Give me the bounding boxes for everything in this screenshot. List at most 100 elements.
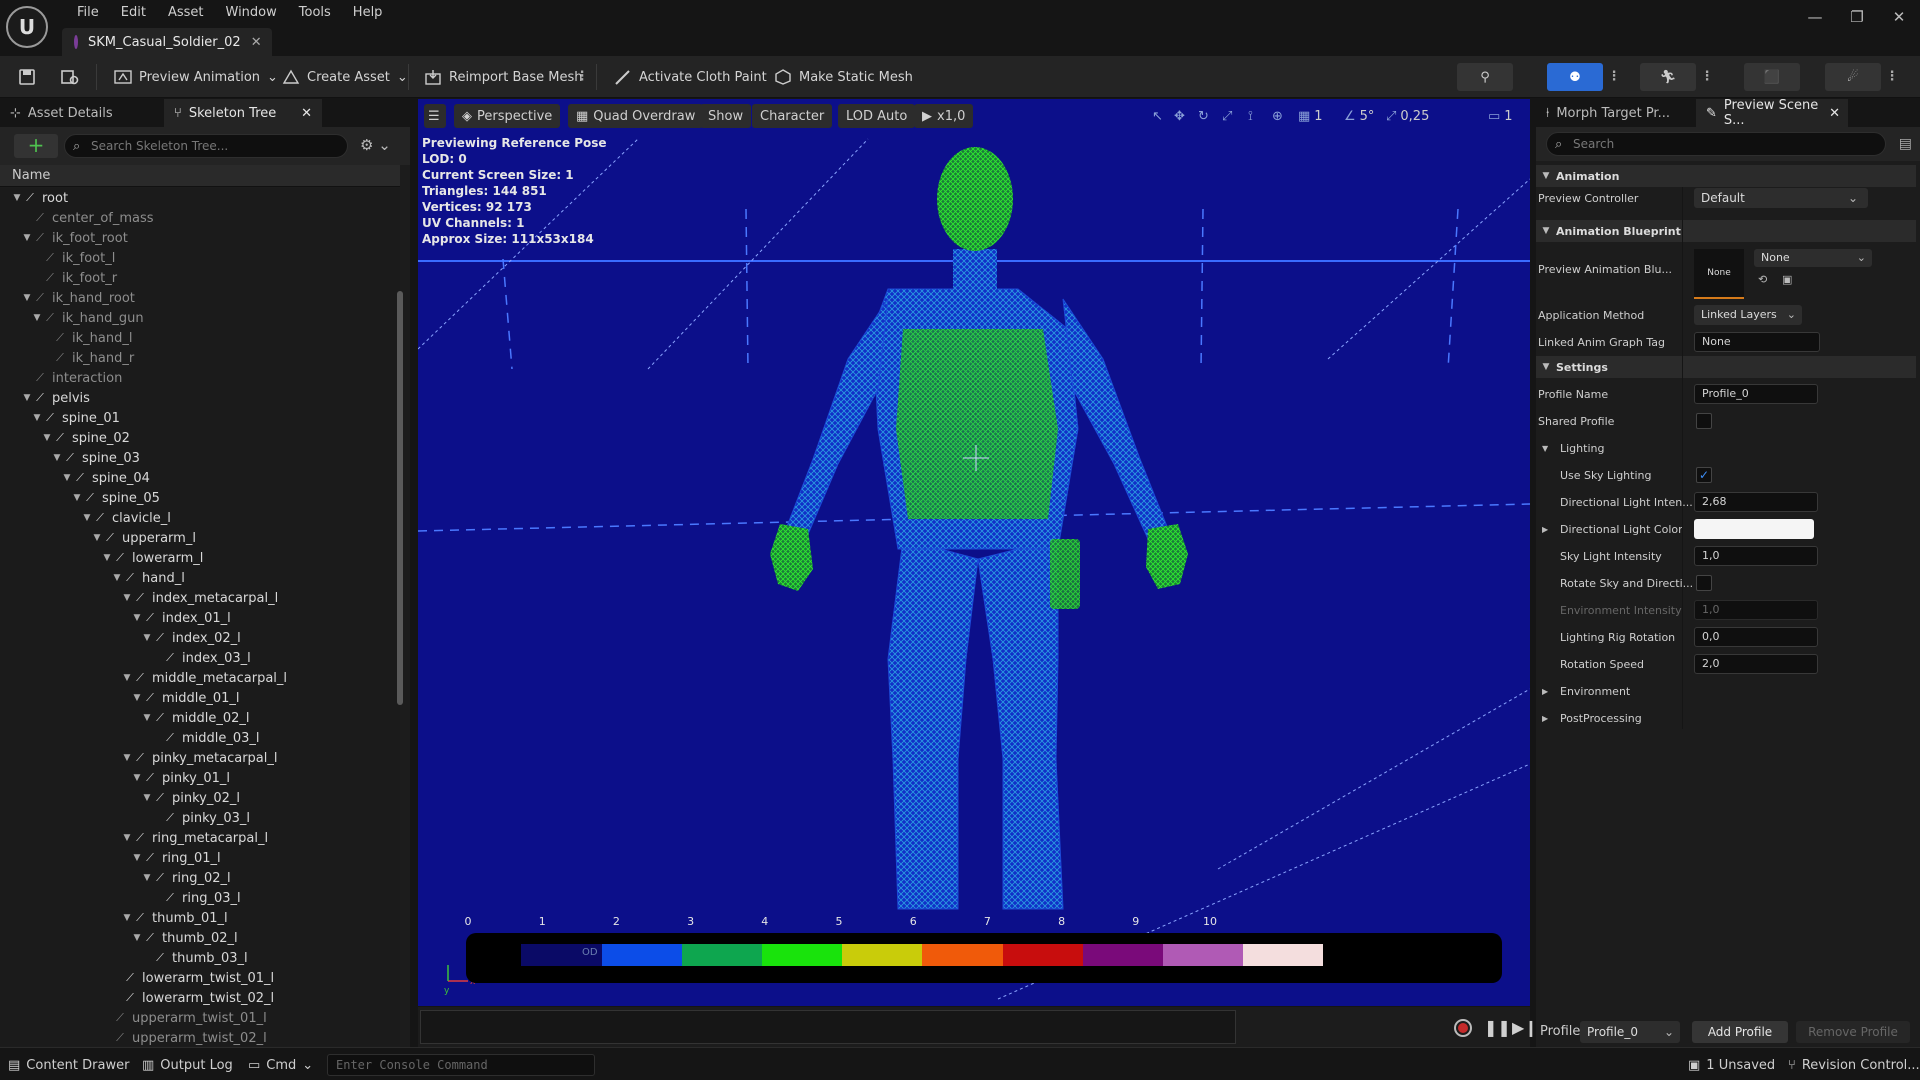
tree-row[interactable]: ▼ ⟋ ik_foot_root bbox=[0, 228, 400, 248]
expand-arrow-icon[interactable]: ▼ bbox=[122, 753, 132, 763]
activate-cloth-paint-button[interactable]: Activate Cloth Paint bbox=[608, 63, 773, 91]
cmd-select[interactable]: ▭ Cmd ⌄ bbox=[248, 1054, 313, 1076]
expand-arrow-icon[interactable]: ▼ bbox=[142, 793, 152, 803]
expand-arrow-icon[interactable]: ▼ bbox=[42, 433, 52, 443]
select-mode-icon[interactable]: ↖ bbox=[1152, 104, 1163, 128]
console-input[interactable]: Enter Console Command bbox=[327, 1054, 595, 1076]
expand-arrow-icon[interactable]: ▼ bbox=[132, 613, 142, 623]
expand-arrow-icon[interactable]: ▶ bbox=[1542, 525, 1548, 534]
tree-row[interactable]: ⟋ ik_foot_l bbox=[0, 248, 400, 268]
tree-row[interactable]: ⟋ center_of_mass bbox=[0, 208, 400, 228]
tree-row[interactable]: ▼ ⟋ thumb_02_l bbox=[0, 928, 400, 948]
tree-row[interactable]: ▼ ⟋ index_metacarpal_l bbox=[0, 588, 400, 608]
animation-mode-button[interactable]: 🏃︎ bbox=[1640, 63, 1696, 91]
expand-arrow-icon[interactable]: ▼ bbox=[12, 193, 22, 203]
dir-light-color-swatch[interactable] bbox=[1694, 519, 1814, 539]
close-window-icon[interactable]: ✕ bbox=[1878, 0, 1920, 34]
tree-row[interactable]: ▼ ⟋ spine_03 bbox=[0, 448, 400, 468]
tree-row[interactable]: ▼ ⟋ pinky_01_l bbox=[0, 768, 400, 788]
tree-row[interactable]: ⟋ upperarm_twist_01_l bbox=[0, 1008, 400, 1028]
expand-arrow-icon[interactable]: ▼ bbox=[142, 713, 152, 723]
remove-profile-button[interactable]: Remove Profile bbox=[1796, 1021, 1910, 1043]
skeleton-mode-button[interactable]: ⚲ bbox=[1457, 63, 1513, 91]
tree-row[interactable]: ▼ ⟋ middle_02_l bbox=[0, 708, 400, 728]
details-search-input[interactable]: ⌕ Search bbox=[1546, 132, 1886, 156]
reimport-base-mesh-button[interactable]: Reimport Base Mesh bbox=[418, 63, 589, 91]
expand-arrow-icon[interactable]: ▼ bbox=[142, 633, 152, 643]
dir-light-int-input[interactable]: 2,68 bbox=[1694, 492, 1818, 512]
save-icon[interactable] bbox=[12, 63, 42, 91]
tree-row[interactable]: ▼ ⟋ pinky_metacarpal_l bbox=[0, 748, 400, 768]
rig-rot-input[interactable]: 0,0 bbox=[1694, 627, 1818, 647]
output-log-button[interactable]: ▥ Output Log bbox=[142, 1054, 233, 1076]
tree-row[interactable]: ⟋ ik_hand_r bbox=[0, 348, 400, 368]
menu-file[interactable]: File bbox=[66, 5, 110, 20]
expand-arrow-icon[interactable]: ▼ bbox=[72, 493, 82, 503]
play-rate-button[interactable]: ▶ x1,0 bbox=[914, 104, 974, 128]
rotation-snap-button[interactable]: ∠ 5° bbox=[1344, 104, 1374, 128]
tree-row[interactable]: ⟋ lowerarm_twist_02_l bbox=[0, 988, 400, 1008]
preview-viewport[interactable]: x y ☰ ◈ Perspective ▦ Quad Overdraw Show… bbox=[418, 99, 1530, 1006]
section-animation[interactable]: ▼ Animation bbox=[1536, 165, 1916, 187]
tab-skeleton-tree[interactable]: ⑂ Skeleton Tree ✕ bbox=[164, 99, 322, 127]
tree-row[interactable]: ⟋ upperarm_twist_02_l bbox=[0, 1028, 400, 1046]
tree-row[interactable]: ⟋ pinky_03_l bbox=[0, 808, 400, 828]
tree-row[interactable]: ⟋ index_03_l bbox=[0, 648, 400, 668]
tree-row[interactable]: ▼ ⟋ index_02_l bbox=[0, 628, 400, 648]
translate-icon[interactable]: ✥ bbox=[1174, 104, 1185, 128]
surface-snap-icon[interactable]: ⟟ bbox=[1248, 104, 1253, 128]
linked-anim-input[interactable]: None bbox=[1694, 332, 1820, 352]
tree-row[interactable]: ▼ ⟋ ring_metacarpal_l bbox=[0, 828, 400, 848]
tree-row[interactable]: ▼ ⟋ clavicle_l bbox=[0, 508, 400, 528]
reimport-options-icon[interactable]: ⋮ bbox=[575, 63, 589, 91]
expand-arrow-icon[interactable]: ▼ bbox=[82, 513, 92, 523]
application-method-select[interactable]: Linked Layers ⌄ bbox=[1694, 305, 1802, 325]
tree-row[interactable]: ▼ ⟋ middle_01_l bbox=[0, 688, 400, 708]
expand-arrow-icon[interactable]: ▼ bbox=[62, 473, 72, 483]
physics-mode-options-icon[interactable]: ⋮ bbox=[1885, 63, 1899, 91]
tree-row[interactable]: ▼ ⟋ pinky_02_l bbox=[0, 788, 400, 808]
tree-row[interactable]: ▼ ⟋ ik_hand_root bbox=[0, 288, 400, 308]
rot-speed-input[interactable]: 2,0 bbox=[1694, 654, 1818, 674]
tree-row[interactable]: ⟋ ik_foot_r bbox=[0, 268, 400, 288]
expand-arrow-icon[interactable]: ▼ bbox=[92, 533, 102, 543]
expand-arrow-icon[interactable]: ▼ bbox=[22, 233, 32, 243]
tree-row[interactable]: ▼ ⟋ spine_05 bbox=[0, 488, 400, 508]
record-button[interactable] bbox=[1454, 1019, 1472, 1037]
expand-arrow-icon[interactable]: ▼ bbox=[122, 913, 132, 923]
tree-row[interactable]: ▼ ⟋ pelvis bbox=[0, 388, 400, 408]
tree-row[interactable]: ⟋ interaction bbox=[0, 368, 400, 388]
create-asset-button[interactable]: Create Asset ⌄ bbox=[276, 63, 414, 91]
preview-animation-button[interactable]: Preview Animation ⌄ bbox=[108, 63, 284, 91]
tree-row[interactable]: ⟋ middle_03_l bbox=[0, 728, 400, 748]
restore-icon[interactable]: ❐ bbox=[1836, 0, 1878, 34]
shared-profile-checkbox[interactable] bbox=[1696, 413, 1712, 429]
expand-arrow-icon[interactable]: ▼ bbox=[22, 293, 32, 303]
grid-snap-button[interactable]: ▦ 1 bbox=[1298, 104, 1323, 128]
add-profile-button[interactable]: Add Profile bbox=[1692, 1021, 1788, 1043]
menu-window[interactable]: Window bbox=[215, 5, 288, 20]
row-environment[interactable]: ▶ Environment bbox=[1536, 680, 1916, 702]
tab-morph-target-preview[interactable]: ⍿ Morph Target Pr... bbox=[1536, 99, 1696, 127]
make-static-mesh-button[interactable]: Make Static Mesh bbox=[768, 63, 919, 91]
content-drawer-button[interactable]: ▤ Content Drawer bbox=[8, 1054, 129, 1076]
preview-controller-select[interactable]: Default ⌄ bbox=[1694, 188, 1868, 208]
skeletal-mesh-mode-button[interactable]: ⚉ bbox=[1547, 63, 1603, 91]
tab-asset-details[interactable]: ⊹ Asset Details bbox=[0, 99, 164, 127]
close-tab-icon[interactable]: ✕ bbox=[301, 106, 312, 121]
mesh-mode-options-icon[interactable]: ⋮ bbox=[1607, 63, 1621, 91]
expand-arrow-icon[interactable]: ▼ bbox=[142, 873, 152, 883]
world-space-icon[interactable]: ⊕ bbox=[1272, 104, 1283, 128]
tree-row[interactable]: ⟋ thumb_03_l bbox=[0, 948, 400, 968]
pause-icon[interactable]: ❚❚ bbox=[1484, 1018, 1511, 1037]
tree-row[interactable]: ▼ ⟋ lowerarm_l bbox=[0, 548, 400, 568]
scale-icon[interactable]: ⤢ bbox=[1222, 104, 1232, 128]
property-matrix-icon[interactable]: ▤ bbox=[1899, 136, 1912, 152]
expand-arrow-icon[interactable]: ▼ bbox=[132, 773, 142, 783]
rotate-sky-checkbox[interactable] bbox=[1696, 575, 1712, 591]
view-mode-button[interactable]: ▦ Quad Overdraw bbox=[568, 104, 704, 128]
step-forward-icon[interactable]: ▶❙ bbox=[1512, 1018, 1538, 1037]
tree-row[interactable]: ▼ ⟋ ik_hand_gun bbox=[0, 308, 400, 328]
profile-name-input[interactable]: Profile_0 bbox=[1694, 384, 1818, 404]
viewport-menu-icon[interactable]: ☰ bbox=[424, 104, 446, 128]
